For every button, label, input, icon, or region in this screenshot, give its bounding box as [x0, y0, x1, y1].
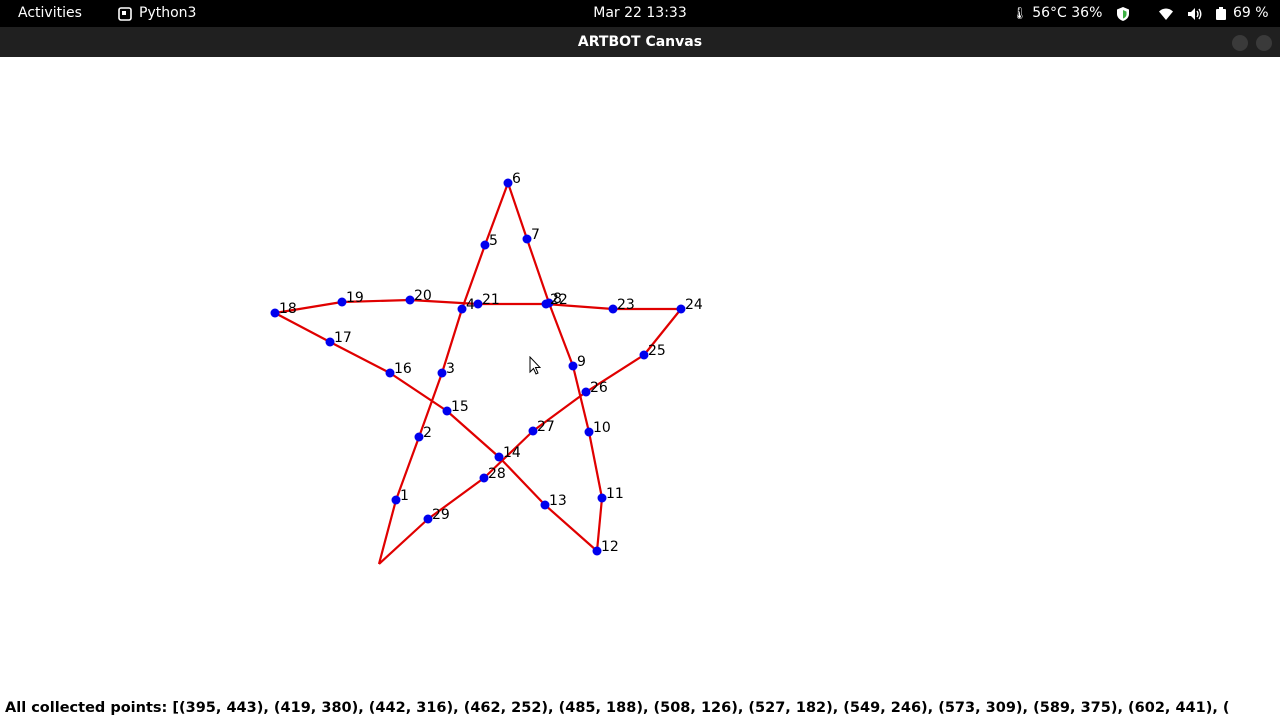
- thermometer-icon: 🌡: [1012, 6, 1028, 20]
- point-label: 24: [685, 297, 703, 313]
- point-label: 26: [590, 380, 608, 396]
- point-label: 25: [648, 343, 666, 359]
- point-label: 7: [531, 227, 540, 243]
- points-layer: 12345678910111213141516171819 20 21 22 23 242…: [270, 171, 703, 556]
- collected-points-status: All collected points: [(395, 443), (419,…: [5, 700, 1230, 716]
- point-label: 19: [346, 290, 364, 306]
- volume-icon[interactable]: [1187, 6, 1203, 22]
- minimize-button[interactable]: [1232, 35, 1248, 51]
- close-button[interactable]: [1256, 35, 1272, 51]
- shield-icon[interactable]: [1115, 6, 1131, 22]
- point-label: 15: [451, 399, 469, 415]
- clock-text: Mar 22 13:33: [593, 5, 687, 21]
- wifi-icon[interactable]: [1158, 6, 1174, 22]
- window-title: ARTBOT Canvas: [577, 34, 703, 50]
- battery-indicator[interactable]: 69 %: [1216, 0, 1269, 27]
- point-label: 10: [593, 420, 611, 436]
- star-stroke: [273, 181, 683, 565]
- drawing-canvas[interactable]: 1 2 3 4 5 6 7 8 9 10 11 12 13 14 15 16 17 18 19 20 21 22 23 24 2…: [0, 57, 1280, 720]
- point-label: 20: [414, 288, 432, 304]
- point-label: 9: [577, 354, 586, 370]
- point-label: 23: [617, 297, 635, 313]
- point-label: 21: [482, 292, 500, 308]
- point-label: 18: [279, 301, 297, 317]
- battery-text: 69 %: [1233, 5, 1269, 21]
- point-label: 6: [512, 171, 521, 187]
- point-label: 22: [550, 292, 568, 308]
- point-label: 27: [537, 419, 555, 435]
- battery-icon: [1216, 7, 1226, 20]
- point-label: 13: [549, 493, 567, 509]
- temperature-indicator[interactable]: 🌡 56°C 36%: [1012, 0, 1102, 27]
- point-label: 28: [488, 466, 506, 482]
- point-label: 11: [606, 486, 624, 502]
- top-bar: Activities Python3 Mar 22 13:33 🌡 56°C 3…: [0, 0, 1280, 27]
- window-titlebar[interactable]: ARTBOT Canvas: [0, 27, 1280, 57]
- point-label: 2: [423, 425, 432, 441]
- stroke-layer: [273, 181, 683, 565]
- point-label: 5: [489, 233, 498, 249]
- point-label: 12: [601, 539, 619, 555]
- point-label: 3: [446, 361, 455, 377]
- point-label: 16: [394, 361, 412, 377]
- point-label: 29: [432, 507, 450, 523]
- point-label: 17: [334, 330, 352, 346]
- temperature-text: 56°C 36%: [1032, 5, 1103, 21]
- canvas-drawing[interactable]: 12345678910111213141516171819 20 21 22 23 242…: [0, 57, 1280, 697]
- point-label: 14: [503, 445, 521, 461]
- mouse-cursor-icon: [529, 356, 541, 375]
- point-label: 1: [400, 488, 409, 504]
